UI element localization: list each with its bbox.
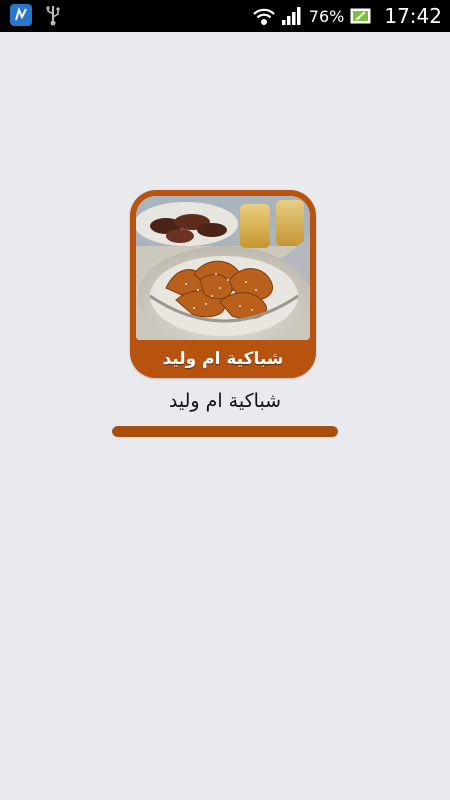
usb-icon: [46, 6, 60, 26]
battery-charging-icon: [350, 8, 371, 24]
notification-app-icon[interactable]: [10, 4, 32, 26]
icon-banner: شباكية ام وليد: [130, 340, 316, 378]
clock: 17:42: [384, 4, 442, 28]
chebakia-illustration: [136, 196, 310, 340]
status-right: 76% 17:42: [253, 0, 442, 32]
icon-banner-title: شباكية ام وليد: [162, 349, 284, 369]
app-splash-icon: شباكية ام وليد: [130, 190, 316, 378]
loading-progress-bar: [112, 426, 338, 437]
signal-icon: [281, 7, 301, 25]
loading-progress-fill: [112, 426, 338, 437]
app-name-label: شباكية ام وليد: [168, 390, 282, 412]
status-left: [10, 4, 62, 26]
status-bar: 76% 17:42: [0, 0, 450, 32]
food-photo: [136, 196, 310, 340]
battery-percent: 76%: [308, 6, 345, 26]
wifi-icon: [253, 8, 275, 25]
